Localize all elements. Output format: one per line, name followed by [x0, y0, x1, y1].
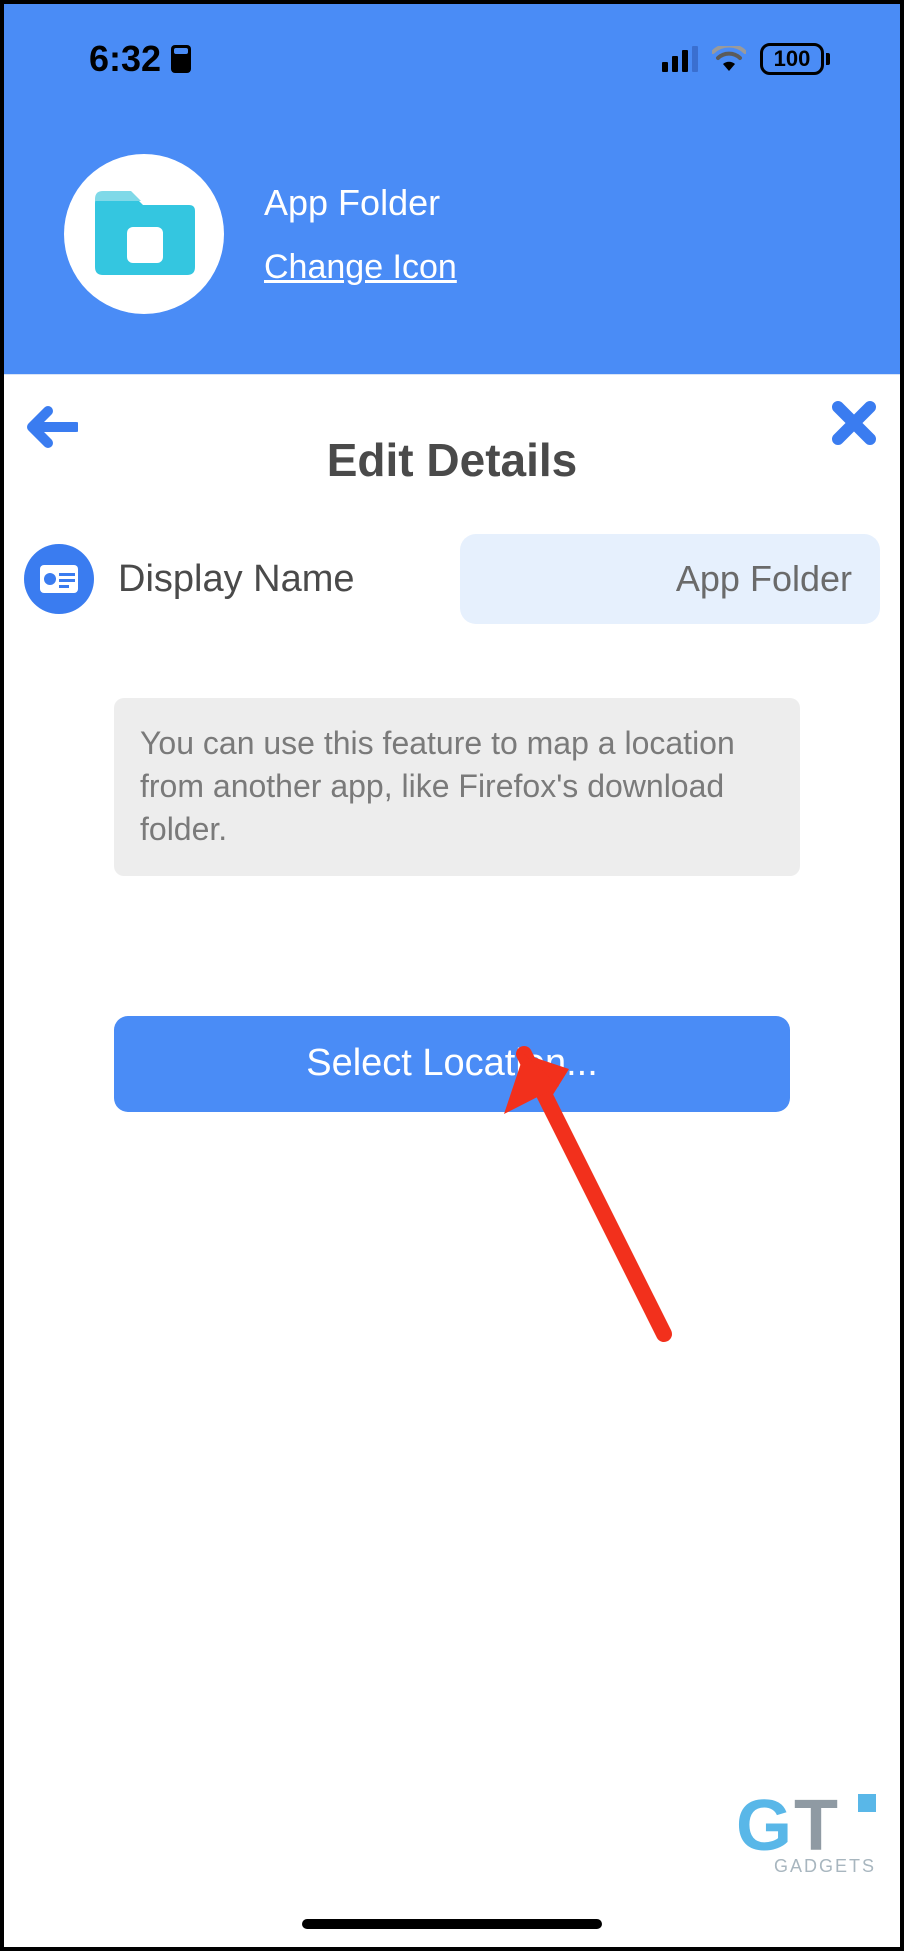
status-bar: 6:32 100: [4, 4, 900, 114]
hint-text: You can use this feature to map a locati…: [114, 698, 800, 876]
folder-icon-circle[interactable]: [64, 154, 224, 314]
status-left: 6:32: [89, 38, 191, 80]
display-name-row: Display Name: [4, 524, 900, 634]
arrow-left-icon: [24, 405, 78, 449]
home-indicator[interactable]: [302, 1919, 602, 1929]
wifi-icon: [712, 46, 746, 72]
status-time: 6:32: [89, 38, 161, 80]
display-name-input[interactable]: [460, 534, 880, 624]
close-icon: [832, 401, 876, 445]
status-right: 100: [662, 43, 830, 75]
folder-icon: [89, 189, 199, 279]
folder-title: App Folder: [264, 182, 457, 224]
id-badge-icon: [171, 45, 191, 73]
watermark-g: G: [736, 1798, 794, 1856]
watermark-dot-icon: [858, 1794, 876, 1812]
close-button[interactable]: [832, 401, 876, 450]
watermark: G T GADGETS: [736, 1794, 876, 1877]
id-card-icon: [24, 544, 94, 614]
folder-header: App Folder Change Icon: [4, 114, 900, 374]
page-title: Edit Details: [327, 433, 578, 487]
cellular-icon: [662, 46, 698, 72]
select-location-button[interactable]: Select Location...: [114, 1016, 790, 1112]
display-name-label: Display Name: [118, 558, 355, 601]
title-row: Edit Details: [4, 374, 900, 524]
watermark-t: T: [794, 1798, 840, 1856]
change-icon-link[interactable]: Change Icon: [264, 248, 457, 287]
battery-level: 100: [760, 43, 824, 75]
battery-icon: 100: [760, 43, 830, 75]
back-button[interactable]: [24, 405, 78, 454]
